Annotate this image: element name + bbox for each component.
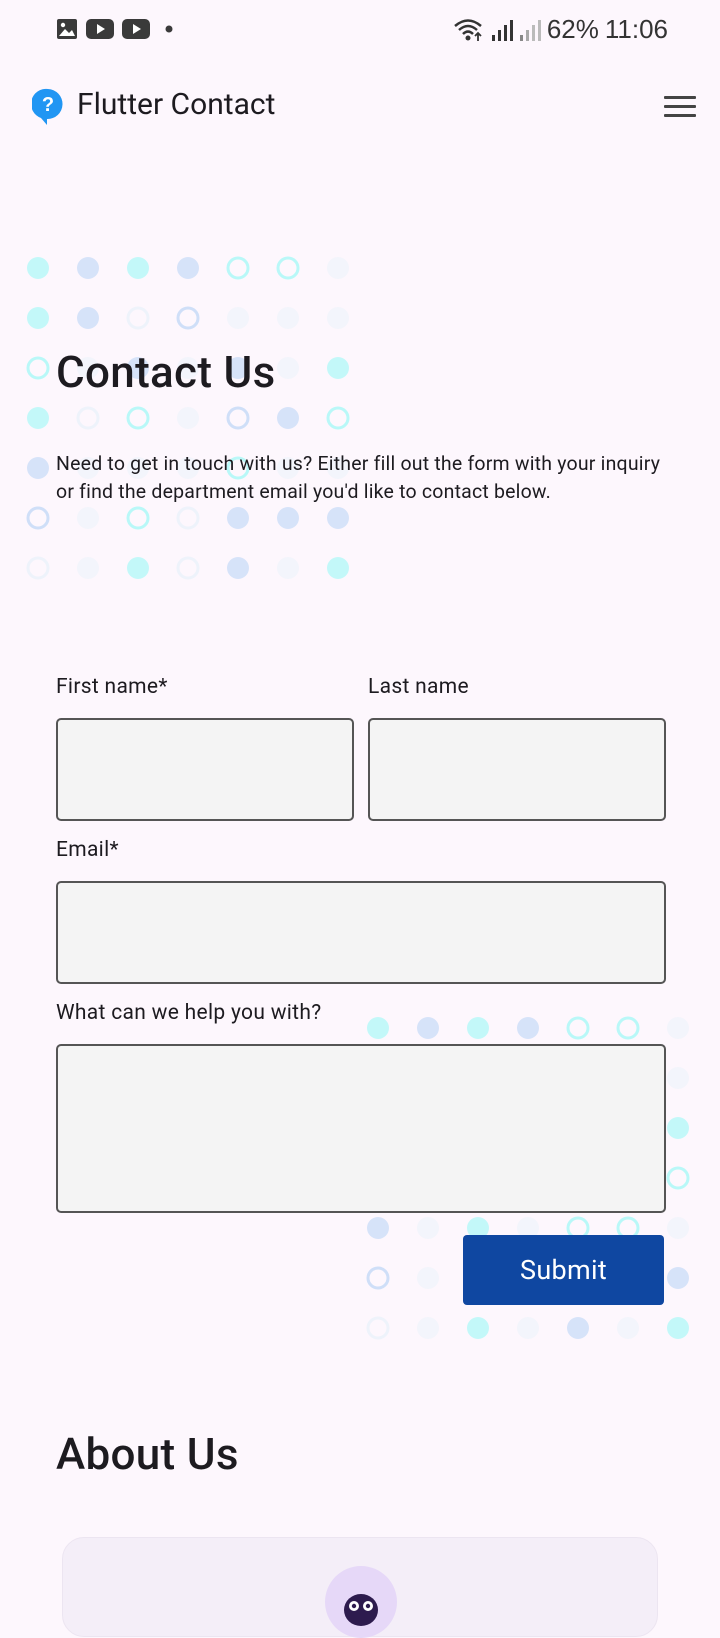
decorative-dot (277, 357, 299, 379)
decorative-dot (27, 457, 49, 479)
decorative-dot (177, 257, 199, 279)
decorative-dot (366, 1266, 390, 1290)
svg-text:?: ? (42, 94, 54, 116)
decorative-dot (226, 406, 250, 430)
decorative-dot (367, 1017, 389, 1039)
decorative-dot (77, 307, 99, 329)
decorative-dot (617, 1317, 639, 1339)
decorative-dot (277, 307, 299, 329)
email-label: Email* (56, 838, 119, 862)
decorative-dot (327, 307, 349, 329)
first-name-label: First name* (56, 675, 168, 699)
decorative-dot (366, 1316, 390, 1340)
decorative-dot (517, 1017, 539, 1039)
contact-description: Need to get in touch with us? Either fil… (56, 452, 661, 503)
decorative-dot-pattern (26, 256, 350, 580)
decorative-dot (667, 1267, 689, 1289)
decorative-dot (277, 507, 299, 529)
decorative-dot (26, 506, 50, 530)
first-name-field[interactable] (56, 718, 354, 821)
hamburger-menu-icon[interactable] (660, 90, 700, 126)
last-name-field[interactable] (368, 718, 666, 821)
decorative-dot (467, 1017, 489, 1039)
app-title: Flutter Contact (77, 87, 276, 122)
decorative-dot (26, 556, 50, 580)
decorative-dot (77, 257, 99, 279)
decorative-dot (226, 256, 250, 280)
decorative-dot (367, 1217, 389, 1239)
email-field[interactable] (56, 881, 666, 984)
status-bar-notifications (56, 18, 178, 40)
decorative-dot (417, 1317, 439, 1339)
signal-icon (519, 19, 541, 41)
decorative-dot (127, 257, 149, 279)
decorative-dot (327, 357, 349, 379)
decorative-dot (27, 307, 49, 329)
clock: 11:06 (604, 14, 668, 44)
decorative-dot (126, 406, 150, 430)
notification-dot-icon (165, 25, 173, 33)
avatar (325, 1566, 397, 1638)
decorative-dot (126, 506, 150, 530)
decorative-dot (126, 306, 150, 330)
decorative-dot (277, 407, 299, 429)
decorative-dot (667, 1017, 689, 1039)
decorative-dot (227, 507, 249, 529)
last-name-label: Last name (368, 675, 469, 699)
decorative-dot (517, 1317, 539, 1339)
decorative-dot (176, 506, 200, 530)
decorative-dot (417, 1267, 439, 1289)
decorative-dot (176, 306, 200, 330)
decorative-dot (77, 557, 99, 579)
wifi-icon (454, 18, 482, 41)
youtube-icon (122, 19, 150, 39)
message-field[interactable] (56, 1044, 666, 1213)
decorative-dot (327, 257, 349, 279)
contact-heading: Contact Us (56, 346, 276, 398)
decorative-dot (27, 257, 49, 279)
about-heading: About Us (56, 1428, 239, 1480)
message-label: What can we help you with? (56, 1001, 322, 1025)
decorative-dot (667, 1117, 689, 1139)
decorative-dot (327, 557, 349, 579)
status-bar: 62% 11:06 (0, 0, 720, 60)
decorative-dot (276, 256, 300, 280)
mascot-icon (344, 1594, 378, 1626)
submit-button[interactable]: Submit (463, 1235, 664, 1305)
youtube-icon (86, 19, 114, 39)
decorative-dot (76, 406, 100, 430)
decorative-dot (127, 557, 149, 579)
help-bubble-icon: ? (32, 88, 63, 125)
decorative-dot (567, 1317, 589, 1339)
decorative-dot (326, 406, 350, 430)
decorative-dot (176, 556, 200, 580)
decorative-dot (566, 1016, 590, 1040)
about-card (62, 1537, 658, 1638)
decorative-dot (467, 1317, 489, 1339)
decorative-dot (666, 1166, 690, 1190)
decorative-dot (667, 1217, 689, 1239)
decorative-dot (26, 356, 50, 380)
decorative-dot (327, 507, 349, 529)
status-bar-system: 62% 11:06 (453, 14, 668, 45)
decorative-dot (77, 507, 99, 529)
decorative-dot (227, 557, 249, 579)
battery-percentage: 62% (546, 14, 599, 44)
decorative-dot (616, 1016, 640, 1040)
gallery-icon (57, 19, 77, 39)
decorative-dot (227, 307, 249, 329)
app-bar: ? Flutter Contact (0, 72, 720, 142)
decorative-dot (667, 1067, 689, 1089)
decorative-dot (277, 557, 299, 579)
decorative-dot (667, 1317, 689, 1339)
decorative-dot (177, 407, 199, 429)
decorative-dot (417, 1017, 439, 1039)
signal-icon (491, 19, 513, 41)
decorative-dot (417, 1217, 439, 1239)
decorative-dot (27, 407, 49, 429)
